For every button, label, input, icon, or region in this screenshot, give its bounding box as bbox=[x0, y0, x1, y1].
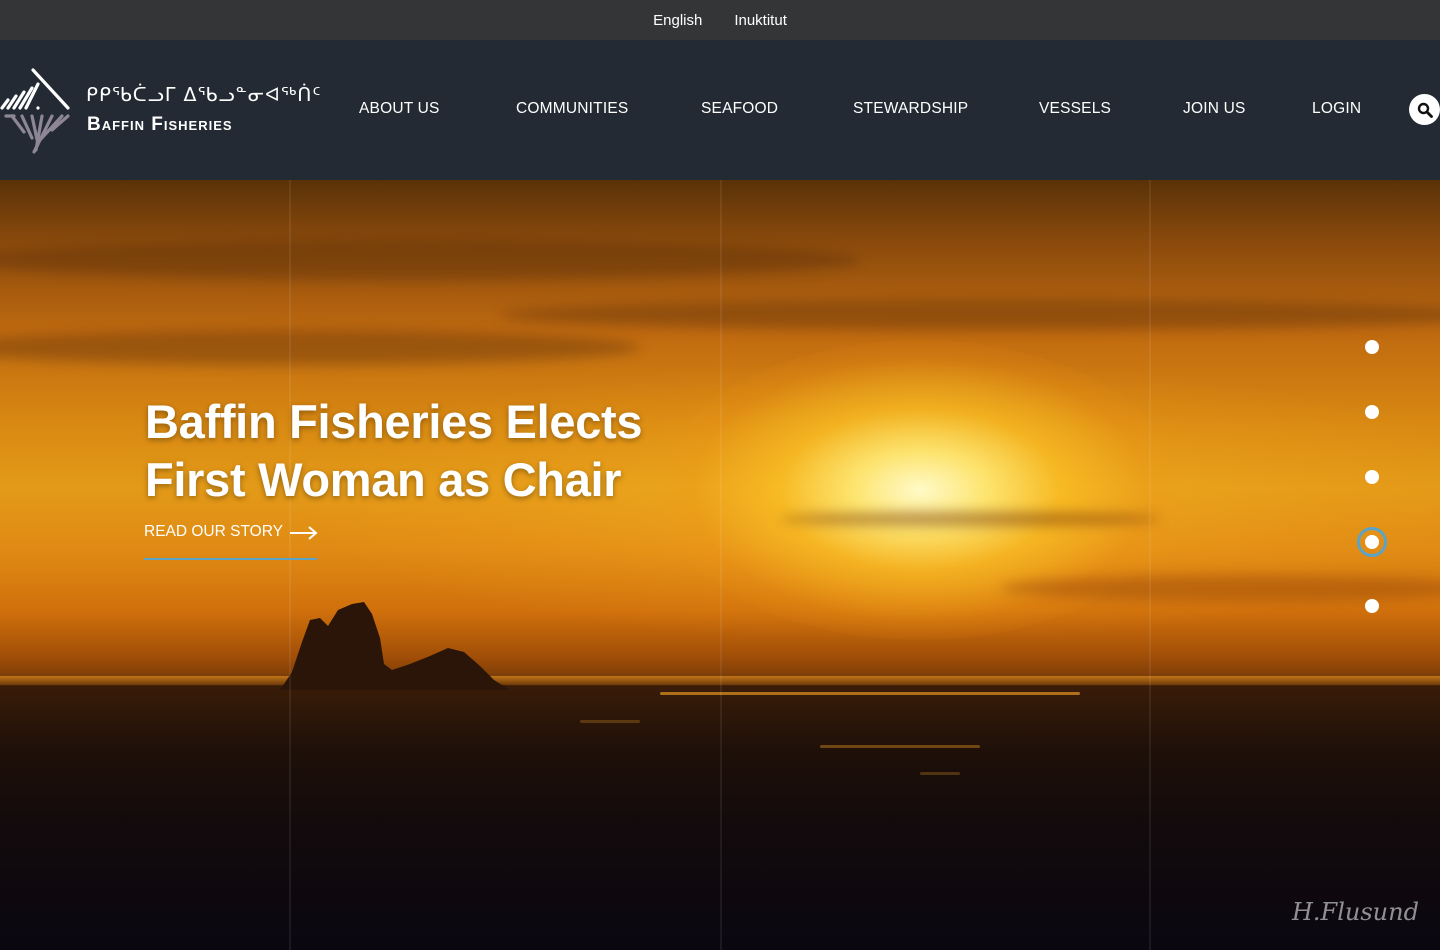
search-icon bbox=[1417, 102, 1433, 118]
sea-glint bbox=[580, 720, 640, 723]
hero-title-line-2: First Woman as Chair bbox=[145, 453, 622, 506]
slide-dot-4-active[interactable] bbox=[1357, 527, 1387, 557]
nav-seafood[interactable]: SEAFOOD bbox=[701, 100, 778, 118]
language-english-link[interactable]: English bbox=[653, 12, 702, 29]
guide-line bbox=[1149, 180, 1151, 950]
site-header: ᑭᑭᖃᑖᓗᒥ ᐃᖃᓗᓐᓂᐊᖅᑏᑦ Baffin Fisheries ABOUT … bbox=[0, 40, 1440, 180]
cloud bbox=[500, 300, 1440, 330]
nav-vessels[interactable]: VESSELS bbox=[1039, 100, 1111, 118]
guide-line bbox=[720, 180, 722, 950]
guide-line bbox=[289, 180, 291, 950]
photographer-signature: H.Flusund bbox=[1292, 898, 1419, 926]
cloud bbox=[0, 240, 860, 280]
read-our-story-link[interactable]: READ OUR STORY bbox=[144, 523, 318, 560]
language-inuktitut-link[interactable]: Inuktitut bbox=[734, 12, 787, 29]
sea-glint bbox=[660, 692, 1080, 695]
slide-dot-5[interactable] bbox=[1365, 599, 1379, 613]
language-bar: English Inuktitut bbox=[0, 0, 1440, 40]
nav-communities[interactable]: COMMUNITIES bbox=[516, 100, 628, 118]
arrow-right-icon bbox=[290, 526, 318, 540]
cloud bbox=[780, 512, 1160, 526]
nav-login[interactable]: LOGIN bbox=[1312, 100, 1361, 118]
sea-glint bbox=[820, 745, 980, 748]
cloud bbox=[0, 330, 640, 365]
slider-pagination bbox=[1356, 330, 1388, 630]
nav-stewardship[interactable]: STEWARDSHIP bbox=[853, 100, 968, 118]
hero-slider: Baffin Fisheries Elects First Woman as C… bbox=[0, 180, 1440, 950]
slide-dot-3[interactable] bbox=[1365, 470, 1379, 484]
main-navigation: ABOUT US COMMUNITIES SEAFOOD STEWARDSHIP… bbox=[0, 40, 1440, 180]
slide-dot-2[interactable] bbox=[1365, 405, 1379, 419]
hero-title: Baffin Fisheries Elects First Woman as C… bbox=[145, 393, 705, 509]
sea-glint bbox=[920, 772, 960, 775]
hero-title-line-1: Baffin Fisheries Elects bbox=[145, 395, 643, 448]
nav-join-us[interactable]: JOIN US bbox=[1183, 100, 1246, 118]
iceberg-silhouette bbox=[280, 602, 510, 690]
read-our-story-label: READ OUR STORY bbox=[144, 523, 283, 540]
search-button[interactable] bbox=[1409, 94, 1440, 125]
nav-about-us[interactable]: ABOUT US bbox=[359, 100, 440, 118]
slide-dot-1[interactable] bbox=[1365, 340, 1379, 354]
